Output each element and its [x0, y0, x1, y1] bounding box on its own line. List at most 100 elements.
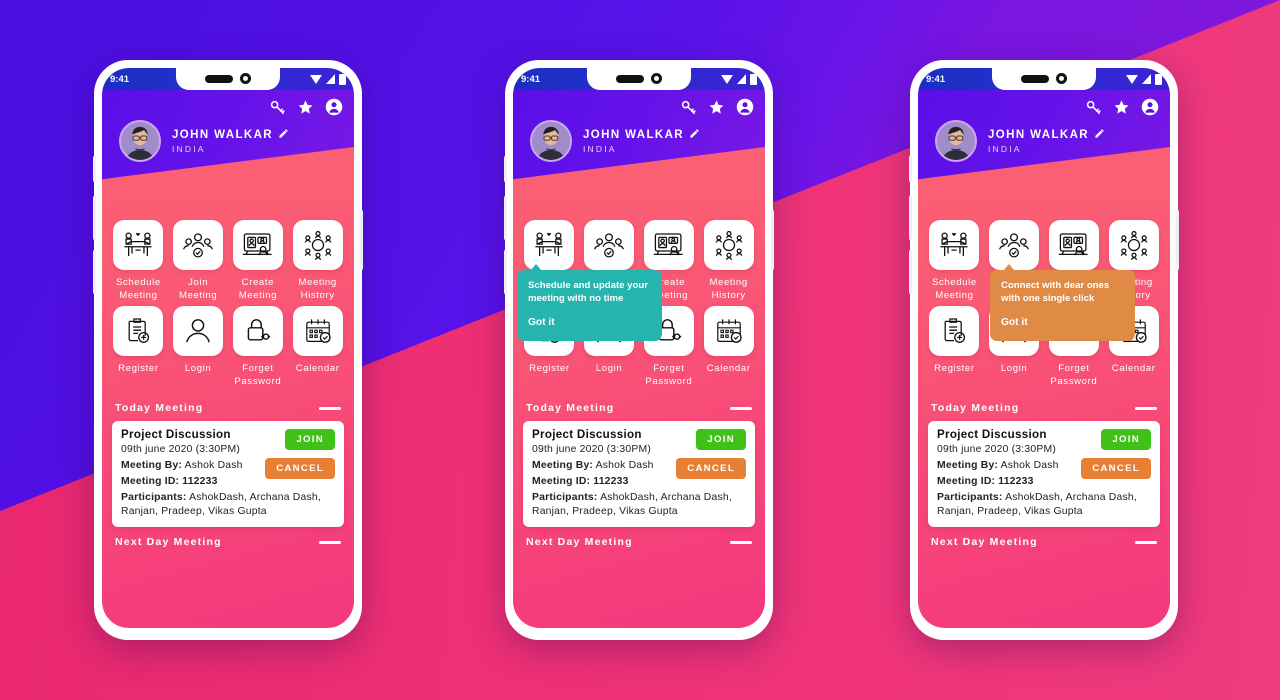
phone-screen: 9:41	[513, 68, 765, 628]
user-name-row: JOHN WALKAR	[988, 128, 1105, 142]
cancel-button[interactable]: CANCEL	[265, 458, 335, 479]
person-icon	[173, 306, 224, 356]
pencil-icon[interactable]	[689, 128, 700, 142]
today-meeting-header[interactable]: Today Meeting	[523, 402, 755, 414]
meeting-by-value: Ashok Dash	[595, 460, 654, 471]
phone-side-button	[93, 156, 96, 182]
grid-item-label: CreateMeeting	[238, 277, 278, 301]
grid-item-meeting-history[interactable]: MeetingHistory	[291, 220, 344, 302]
grid-item-meeting-history[interactable]: MeetingHistory	[702, 220, 755, 302]
star-icon[interactable]	[708, 99, 725, 116]
account-icon[interactable]	[736, 98, 754, 116]
round-table-icon	[292, 220, 343, 270]
star-icon[interactable]	[297, 99, 314, 116]
grid-item-label: Forget Password	[1050, 363, 1098, 387]
dash-icon[interactable]	[319, 406, 341, 410]
signal-icon	[326, 74, 335, 84]
dash-icon[interactable]	[730, 406, 752, 410]
join-button[interactable]: JOIN	[285, 429, 335, 450]
group-check-icon	[584, 220, 635, 270]
camera-icon	[1056, 73, 1067, 84]
key-icon[interactable]	[269, 99, 286, 116]
cancel-button[interactable]: CANCEL	[676, 458, 746, 479]
pencil-icon[interactable]	[278, 128, 289, 142]
grid-item-register[interactable]: Register	[112, 306, 165, 388]
tooltip-join-meeting[interactable]: Connect with dear ones with one single c…	[990, 264, 1135, 341]
next-day-meeting-header[interactable]: Next Day Meeting	[112, 536, 344, 548]
pencil-icon[interactable]	[1094, 128, 1105, 142]
tooltip-got-it-button[interactable]: Got it	[528, 317, 651, 330]
meeting-card: JOIN CANCEL Project Discussion 09th june…	[523, 421, 755, 527]
speaker-icon	[205, 74, 233, 83]
key-icon[interactable]	[1085, 99, 1102, 116]
tooltip-schedule-meeting[interactable]: Schedule and update your meeting with no…	[517, 264, 662, 341]
section-title: Today Meeting	[526, 402, 615, 414]
status-indicators	[1126, 73, 1162, 85]
grid-item-schedule-meeting[interactable]: ScheduleMeeting	[928, 220, 981, 302]
meeting-id: Meeting ID: 112233	[937, 475, 1077, 489]
next-day-meeting-header[interactable]: Next Day Meeting	[928, 536, 1160, 548]
section-title: Next Day Meeting	[115, 536, 222, 548]
grid-item-label: Calendar	[706, 363, 751, 374]
phone-mockup-2: 9:41 JOHN WALKAR INDIA Create Meeting Me…	[504, 60, 774, 640]
account-icon[interactable]	[1141, 98, 1159, 116]
today-meeting-header[interactable]: Today Meeting	[928, 402, 1160, 414]
avatar	[119, 120, 161, 162]
profile-row[interactable]: JOHN WALKAR INDIA	[935, 120, 1105, 162]
dash-icon[interactable]	[1135, 540, 1157, 544]
battery-icon	[1155, 73, 1162, 85]
meeting-title: Project Discussion	[532, 428, 642, 441]
meeting-participants: Participants: AshokDash, Archana Dash, R…	[937, 491, 1151, 519]
video-call-icon	[1048, 220, 1099, 270]
profile-row[interactable]: JOHN WALKAR INDIA	[530, 120, 700, 162]
calendar-check-icon	[292, 306, 343, 356]
tooltip-got-it-button[interactable]: Got it	[1001, 317, 1124, 330]
status-time: 9:41	[521, 73, 541, 85]
grid-item-calendar[interactable]: Calendar	[291, 306, 344, 388]
grid-item-forget-password[interactable]: Forget Password	[232, 306, 285, 388]
account-icon[interactable]	[325, 98, 343, 116]
grid-item-join-meeting[interactable]: JoinMeeting	[172, 220, 225, 302]
join-button[interactable]: JOIN	[1101, 429, 1151, 450]
grid-item-label: Register	[934, 363, 975, 374]
grid-item-login[interactable]: Login	[172, 306, 225, 388]
app-header: JOHN WALKAR INDIA	[102, 90, 354, 198]
meeting-datetime: 09th june 2020 (3:30PM)	[937, 444, 1056, 455]
cancel-button[interactable]: CANCEL	[1081, 458, 1151, 479]
phone-side-button	[360, 210, 363, 270]
meeting-card: JOIN CANCEL Project Discussion 09th june…	[928, 421, 1160, 527]
app-header: JOHN WALKAR INDIA	[918, 90, 1170, 198]
dash-icon[interactable]	[1135, 406, 1157, 410]
phone-side-button	[504, 156, 507, 182]
participants-label: Participants:	[937, 492, 1003, 503]
tooltip-arrow-icon	[1003, 264, 1015, 271]
meeting-card-actions: JOIN CANCEL	[676, 429, 746, 479]
next-day-meeting-header[interactable]: Next Day Meeting	[523, 536, 755, 548]
grid-item-schedule-meeting[interactable]: ScheduleMeeting	[112, 220, 165, 302]
star-icon[interactable]	[1113, 99, 1130, 116]
video-call-icon	[643, 220, 694, 270]
header-actions	[680, 98, 754, 116]
grid-item-label: Login	[1000, 363, 1028, 374]
grid-item-calendar[interactable]: Calendar	[702, 306, 755, 388]
meeting-card-actions: JOIN CANCEL	[1081, 429, 1151, 479]
grid-item-create-meeting[interactable]: CreateMeeting	[232, 220, 285, 302]
key-icon[interactable]	[680, 99, 697, 116]
action-grid: ScheduleMeeting JoinMeeting	[112, 210, 344, 388]
wifi-icon	[721, 74, 733, 84]
phone-side-button	[1176, 210, 1179, 270]
header-actions	[269, 98, 343, 116]
user-name: JOHN WALKAR	[988, 129, 1090, 141]
status-indicators	[310, 73, 346, 85]
profile-row[interactable]: JOHN WALKAR INDIA	[119, 120, 289, 162]
dash-icon[interactable]	[319, 540, 341, 544]
join-button[interactable]: JOIN	[696, 429, 746, 450]
today-meeting-header[interactable]: Today Meeting	[112, 402, 344, 414]
grid-item-register[interactable]: Register	[928, 306, 981, 388]
status-bar: 9:41	[513, 68, 765, 90]
dash-icon[interactable]	[730, 540, 752, 544]
calendar-check-icon	[703, 306, 754, 356]
signal-icon	[1142, 74, 1151, 84]
user-name: JOHN WALKAR	[583, 129, 685, 141]
tooltip-text: Connect with dear ones with one single c…	[1001, 280, 1110, 304]
